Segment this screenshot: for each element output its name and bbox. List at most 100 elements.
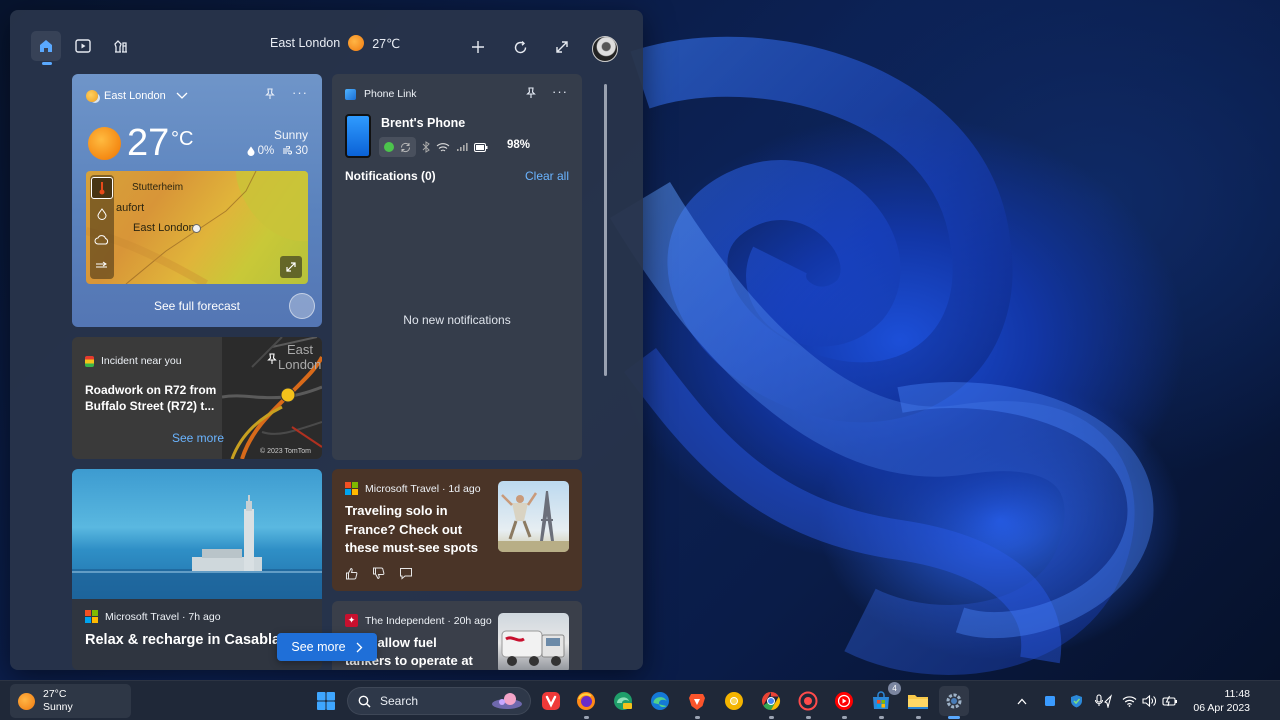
taskbar-app-opera[interactable]	[793, 686, 823, 719]
weather-map[interactable]: Stutterheim aufort East London	[86, 171, 308, 284]
pin-icon[interactable]	[266, 353, 278, 368]
running-indicator	[878, 716, 884, 719]
tray-microphone-location[interactable]	[1092, 681, 1114, 720]
comment-icon[interactable]	[399, 567, 413, 580]
current-temperature: 27	[127, 122, 170, 164]
plus-icon	[472, 41, 484, 53]
refresh-button[interactable]	[505, 32, 535, 62]
news-source: ✦ The Independent · 20h ago	[345, 614, 492, 627]
map-expand-button[interactable]	[280, 256, 302, 278]
taskbar-app-file-explorer[interactable]	[903, 686, 933, 719]
the-independent-logo-icon: ✦	[345, 614, 358, 627]
taskbar-app-vivaldi[interactable]	[536, 686, 566, 716]
pin-icon[interactable]	[264, 88, 276, 103]
taskbar-app-youtube-music[interactable]	[829, 686, 859, 719]
incident-see-more-link[interactable]: See more	[172, 431, 224, 445]
record-icon	[798, 691, 818, 711]
taskbar-weather-text: 27°C Sunny	[43, 688, 73, 714]
tray-security[interactable]	[1066, 681, 1086, 720]
shield-icon	[1070, 695, 1082, 708]
tray-phone-link[interactable]	[1040, 681, 1060, 720]
map-label-east-london: East London	[133, 222, 195, 234]
clear-all-link[interactable]: Clear all	[525, 169, 569, 183]
widgets-scrollbar[interactable]	[604, 84, 607, 376]
taskbar-app-edge[interactable]	[645, 686, 675, 716]
phone-device-icon	[345, 114, 371, 158]
more-options-icon[interactable]: ···	[292, 85, 308, 100]
vivaldi-icon	[542, 692, 560, 710]
search-highlight-icon	[492, 693, 522, 709]
connection-status[interactable]	[379, 137, 416, 157]
taskbar-app-chrome[interactable]	[756, 686, 786, 719]
news-title[interactable]: Traveling solo in France? Check out thes…	[345, 502, 485, 558]
show-hidden-icons-button[interactable]	[1012, 681, 1032, 720]
sun-icon	[88, 127, 121, 160]
edge-canary-icon	[614, 692, 632, 710]
phone-link-title: Phone Link	[364, 88, 417, 100]
expand-button[interactable]	[547, 32, 577, 62]
topbar-weather[interactable]: East London 27℃	[270, 34, 400, 52]
tray-wifi[interactable]	[1119, 681, 1139, 720]
temperature-layer-button[interactable]	[91, 177, 113, 199]
see-more-button[interactable]: See more	[277, 633, 377, 661]
see-full-forecast-link[interactable]: See full forecast	[72, 299, 322, 313]
traffic-light-icon	[85, 355, 94, 367]
weather-location: East London	[104, 90, 166, 102]
start-button[interactable]	[311, 686, 341, 716]
topbar-location: East London	[270, 36, 341, 50]
tray-volume[interactable]	[1139, 681, 1159, 720]
tray-battery[interactable]	[1159, 681, 1181, 720]
more-options-icon[interactable]: ···	[552, 84, 568, 99]
games-tab[interactable]	[105, 31, 135, 61]
thumbs-up-icon[interactable]	[345, 567, 358, 580]
news-title[interactable]: Relax & recharge in Casablanca	[85, 632, 285, 648]
notifications-title: Notifications (0)	[345, 169, 436, 183]
taskbar-app-store[interactable]: 4	[866, 682, 901, 719]
weather-condition: Sunny	[273, 128, 308, 142]
running-indicator	[768, 716, 774, 719]
traffic-incident-widget[interactable]: East London © 2023 TomTom Incident near …	[72, 337, 322, 459]
avatar[interactable]	[592, 36, 618, 62]
microsoft-logo-icon	[345, 482, 358, 495]
incident-header: Incident near you	[85, 355, 182, 367]
taskbar-search[interactable]: Search	[347, 687, 531, 715]
cellular-signal-icon	[457, 143, 468, 151]
wifi-icon	[1122, 696, 1136, 707]
chevron-down-icon	[176, 92, 188, 99]
active-indicator	[948, 716, 960, 719]
incident-map-label-east: East	[287, 342, 314, 357]
incident-title[interactable]: Roadwork on R72 from Buffalo Street (R72…	[85, 382, 225, 414]
taskbar-app-brave[interactable]	[682, 686, 712, 719]
youtube-music-icon	[835, 692, 853, 710]
phone-link-widget[interactable]: Phone Link ··· Brent's Phone 98% Notific…	[332, 74, 582, 460]
location-marker	[192, 224, 201, 233]
reaction-bar	[345, 567, 413, 580]
home-tab[interactable]	[31, 31, 61, 61]
weather-widget[interactable]: East London ··· 27 °C Sunny 0% 30 Stutte…	[72, 74, 322, 327]
watch-tab[interactable]	[68, 31, 98, 61]
chess-pieces-icon	[114, 40, 127, 53]
precipitation-layer-button[interactable]	[91, 203, 113, 225]
casablanca-mosque-image	[72, 469, 322, 599]
news-card-travel-solo[interactable]: Microsoft Travel · 1d ago Traveling solo…	[332, 469, 582, 591]
incident-map-label-london: London	[278, 357, 322, 372]
taskbar-app-settings[interactable]	[939, 686, 969, 719]
thumbs-down-icon[interactable]	[372, 567, 385, 580]
taskbar-clock[interactable]: 11:48 06 Apr 2023	[1184, 687, 1250, 715]
microphone-location-icon	[1094, 694, 1112, 708]
device-name: Brent's Phone	[381, 116, 466, 130]
wind-layer-button[interactable]	[91, 255, 113, 277]
taskbar-temp: 27°C	[43, 688, 67, 700]
taskbar-app-chrome-canary[interactable]	[719, 686, 749, 716]
taskbar-app-edge-canary[interactable]	[608, 686, 638, 716]
taskbar-weather-widget[interactable]: 27°C Sunny	[10, 684, 131, 718]
taskbar: 27°C Sunny Search 4 11:48 06 Apr 2023	[0, 680, 1280, 720]
widgets-panel: East London 27℃ East London ··· 27 °C Su…	[10, 10, 643, 670]
taskbar-app-firefox[interactable]	[571, 686, 601, 719]
add-widget-button[interactable]	[463, 32, 493, 62]
pin-icon[interactable]	[525, 87, 537, 102]
weather-location-selector[interactable]: East London	[86, 90, 188, 102]
edge-icon	[651, 692, 669, 710]
cloud-layer-button[interactable]	[91, 229, 113, 251]
speaker-icon	[1142, 695, 1156, 707]
